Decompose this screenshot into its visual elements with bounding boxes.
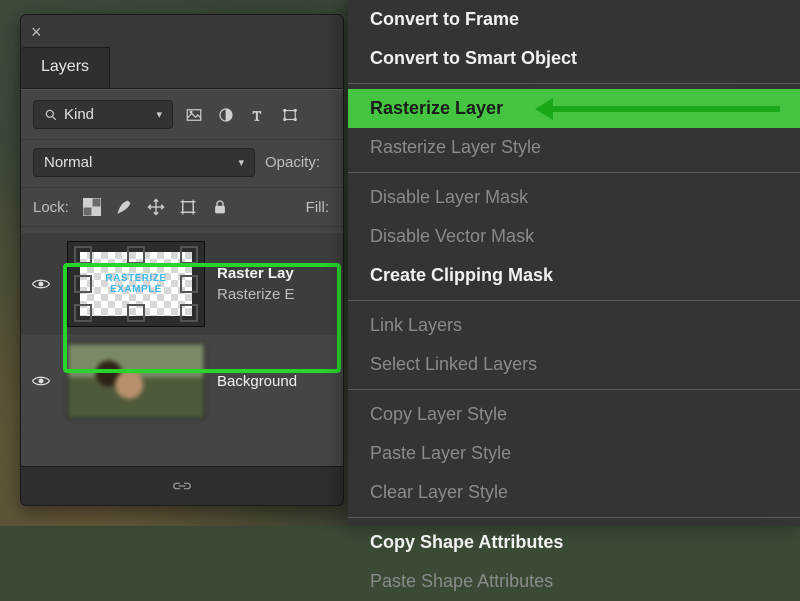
visibility-toggle[interactable] xyxy=(27,371,55,391)
visibility-toggle[interactable] xyxy=(27,274,55,294)
search-icon xyxy=(44,108,58,122)
layer-thumbnail[interactable] xyxy=(67,343,205,419)
lock-artboard-icon[interactable] xyxy=(177,196,199,218)
eye-icon xyxy=(31,371,51,391)
menu-item: Disable Layer Mask xyxy=(348,178,800,217)
menu-item: Rasterize Layer Style xyxy=(348,128,800,167)
menu-item: Paste Shape Attributes xyxy=(348,562,800,601)
context-menu: Convert to FrameConvert to Smart Object R… xyxy=(348,0,800,526)
layer-thumbnail[interactable]: RASTERIZE EXAMPLE xyxy=(67,241,205,327)
filter-adjust-icon[interactable] xyxy=(215,104,237,126)
thumb-text: RASTERIZE EXAMPLE xyxy=(80,252,192,316)
blend-mode-dropdown[interactable]: Normal ▾ xyxy=(33,148,255,177)
panel-body: Kind ▾ T Normal ▾ Opacity: Lock: Fill xyxy=(21,89,343,490)
fill-label: Fill: xyxy=(306,199,329,216)
chevron-down-icon: ▾ xyxy=(156,108,162,121)
menu-item: Link Layers xyxy=(348,306,800,345)
menu-separator xyxy=(348,517,800,518)
menu-item[interactable]: Rasterize Layer xyxy=(348,89,800,128)
layer-name: Raster Lay xyxy=(217,265,295,282)
menu-separator xyxy=(348,83,800,84)
layer-list: RASTERIZE EXAMPLE Raster Lay Rasterize E… xyxy=(21,227,343,433)
menu-item[interactable]: Convert to Smart Object xyxy=(348,39,800,78)
menu-item: Select Linked Layers xyxy=(348,345,800,384)
filter-kind-dropdown[interactable]: Kind ▾ xyxy=(33,100,173,129)
blend-row: Normal ▾ Opacity: xyxy=(21,140,343,188)
lock-all-icon[interactable] xyxy=(209,196,231,218)
menu-item[interactable]: Create Clipping Mask xyxy=(348,256,800,295)
chevron-down-icon: ▾ xyxy=(238,156,244,169)
blend-mode-value: Normal xyxy=(44,154,92,171)
lock-row: Lock: Fill: xyxy=(21,188,343,227)
filter-shape-icon[interactable] xyxy=(279,104,301,126)
close-icon[interactable]: × xyxy=(31,23,42,41)
menu-item: Paste Layer Style xyxy=(348,434,800,473)
panel-footer xyxy=(21,466,343,505)
menu-item[interactable]: Convert to Frame xyxy=(348,0,800,39)
tab-layers[interactable]: Layers xyxy=(21,47,110,88)
layer-item-raster[interactable]: RASTERIZE EXAMPLE Raster Lay Rasterize E xyxy=(21,233,343,335)
layer-subtitle: Rasterize E xyxy=(217,286,295,303)
menu-item: Disable Vector Mask xyxy=(348,217,800,256)
lock-transparency-icon[interactable] xyxy=(81,196,103,218)
menu-separator xyxy=(348,172,800,173)
filter-row: Kind ▾ T xyxy=(21,90,343,140)
filter-kind-label: Kind xyxy=(64,106,94,123)
menu-item: Copy Layer Style xyxy=(348,395,800,434)
menu-separator xyxy=(348,389,800,390)
layer-name: Background xyxy=(217,373,297,390)
layers-panel: × Layers Kind ▾ T Normal ▾ Opacity: xyxy=(20,14,344,506)
link-icon[interactable] xyxy=(171,479,193,493)
lock-pixels-icon[interactable] xyxy=(113,196,135,218)
filter-type-icon[interactable]: T xyxy=(247,104,269,126)
lock-position-icon[interactable] xyxy=(145,196,167,218)
menu-item[interactable]: Copy Shape Attributes xyxy=(348,523,800,562)
panel-tabs: Layers xyxy=(21,47,343,89)
layer-item-background[interactable]: Background xyxy=(21,335,343,427)
eye-icon xyxy=(31,274,51,294)
lock-label: Lock: xyxy=(33,199,69,216)
svg-text:T: T xyxy=(253,108,262,123)
filter-pixel-icon[interactable] xyxy=(183,104,205,126)
menu-item: Clear Layer Style xyxy=(348,473,800,512)
callout-arrow xyxy=(540,106,780,112)
opacity-label: Opacity: xyxy=(265,154,320,171)
menu-separator xyxy=(348,300,800,301)
